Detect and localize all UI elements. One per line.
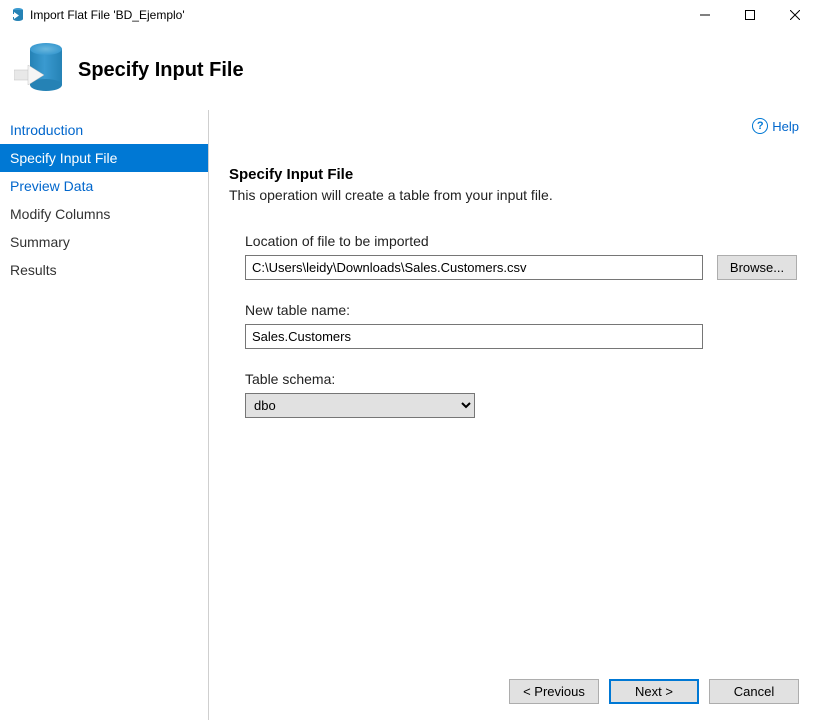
wizard-title: Specify Input File: [78, 59, 244, 82]
schema-select[interactable]: dbo: [245, 393, 475, 418]
help-icon: ?: [752, 118, 768, 134]
table-name-label: New table name:: [245, 302, 797, 318]
minimize-button[interactable]: [682, 0, 727, 30]
window-title: Import Flat File 'BD_Ejemplo': [30, 8, 682, 22]
sidebar-item-introduction[interactable]: Introduction: [0, 116, 208, 144]
wizard-steps-sidebar: Introduction Specify Input File Preview …: [0, 110, 209, 720]
wizard-header: Specify Input File: [0, 30, 817, 110]
schema-label: Table schema:: [245, 371, 797, 387]
maximize-button[interactable]: [727, 0, 772, 30]
help-link[interactable]: ? Help: [752, 118, 799, 134]
location-input[interactable]: [245, 255, 703, 280]
previous-button[interactable]: < Previous: [509, 679, 599, 704]
wizard-content: ? Help Specify Input File This operation…: [209, 110, 817, 720]
close-button[interactable]: [772, 0, 817, 30]
wizard-logo-icon: [14, 43, 62, 97]
sidebar-item-modify-columns[interactable]: Modify Columns: [0, 200, 208, 228]
cancel-button[interactable]: Cancel: [709, 679, 799, 704]
titlebar: Import Flat File 'BD_Ejemplo': [0, 0, 817, 30]
sidebar-item-summary[interactable]: Summary: [0, 228, 208, 256]
help-label: Help: [772, 119, 799, 134]
location-label: Location of file to be imported: [245, 233, 797, 249]
next-button[interactable]: Next >: [609, 679, 699, 704]
wizard-footer: < Previous Next > Cancel: [509, 679, 799, 704]
window-controls: [682, 0, 817, 30]
browse-button[interactable]: Browse...: [717, 255, 797, 280]
sidebar-item-preview-data[interactable]: Preview Data: [0, 172, 208, 200]
sidebar-item-results[interactable]: Results: [0, 256, 208, 284]
content-description: This operation will create a table from …: [229, 187, 797, 203]
sidebar-item-specify-input-file[interactable]: Specify Input File: [0, 144, 208, 172]
content-title: Specify Input File: [229, 166, 797, 183]
app-icon: [8, 7, 24, 23]
table-name-input[interactable]: [245, 324, 703, 349]
